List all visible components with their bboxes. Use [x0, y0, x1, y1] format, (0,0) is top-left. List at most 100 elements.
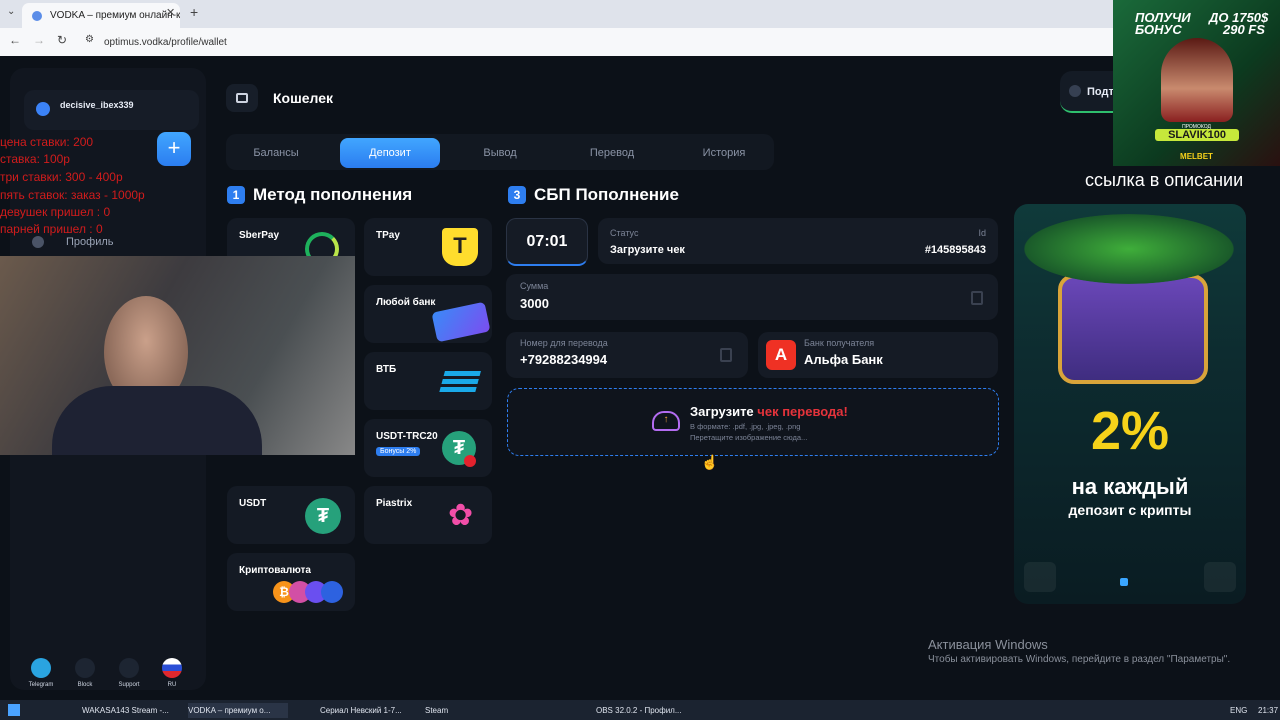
phone-value: +79288234994	[520, 352, 608, 367]
amount-panel: Сумма 3000	[506, 274, 998, 320]
mouse-cursor: ☝	[701, 454, 719, 470]
method-usdt[interactable]: USDT ₮	[227, 486, 355, 544]
taskbar-item-label: VODKA – премиум о...	[188, 706, 271, 715]
taskbar-item[interactable]: WAKASA143 Stream -...	[82, 703, 182, 718]
phone-panel: Номер для перевода +79288234994	[506, 332, 748, 378]
site-info-icon[interactable]: ⚙	[85, 34, 94, 45]
promo-line2: депозит с крипты	[1068, 502, 1192, 518]
promo-percent: 2%	[1090, 401, 1170, 461]
telegram-icon	[31, 658, 51, 678]
transaction-id: #145895843	[924, 244, 986, 256]
copy-icon[interactable]	[971, 291, 983, 305]
method-vtb-label: ВТБ	[376, 364, 397, 375]
sbp-heading: 3 СБП Пополнение	[508, 185, 679, 205]
tab-history[interactable]: История	[674, 138, 774, 168]
site-favicon-icon	[32, 11, 42, 21]
overlay-line: цена ставки: 200	[0, 135, 94, 149]
overlay-line: пять ставок: заказ - 1000р	[0, 188, 145, 202]
browser-tab-active[interactable]: VODKA – премиум онлайн-ка	[22, 3, 180, 28]
methods-title: Метод пополнения	[253, 185, 413, 204]
amount-value: 3000	[520, 296, 549, 311]
promo-prev-button[interactable]	[1024, 562, 1056, 592]
copy-icon[interactable]	[720, 348, 732, 362]
user-avatar-icon	[36, 102, 50, 116]
tpay-logo-icon: T	[442, 228, 478, 266]
taskbar-item[interactable]: Steam	[425, 703, 475, 718]
nav-telegram[interactable]: Telegram	[26, 658, 56, 688]
wallet-icon	[226, 84, 258, 112]
input-language[interactable]: ENG	[1230, 703, 1247, 718]
ad-promocode: SLAVIK100	[1155, 129, 1239, 141]
upload-title: Загрузите чек перевода!	[690, 404, 848, 419]
nav-block[interactable]: Block	[70, 658, 100, 688]
overlay-line: ставка: 100р	[0, 152, 70, 166]
support-icon	[119, 658, 139, 678]
activation-title: Активация Windows	[928, 637, 1048, 652]
streamer-body	[52, 386, 262, 455]
method-crypto[interactable]: Криптовалюта ₿	[227, 553, 355, 611]
taskbar-item[interactable]: Сериал Невский 1-7...	[320, 703, 420, 718]
back-icon[interactable]: ←	[9, 33, 21, 47]
ad-line4: 290 FS	[1223, 22, 1265, 37]
page-title: Кошелек	[273, 90, 334, 106]
stream-text-overlay: цена ставки: 200 ставка: 100р три ставки…	[0, 135, 200, 245]
nav-support-label: Support	[118, 682, 140, 688]
usdt-logo-icon: ₮	[305, 498, 341, 534]
upload-title-accent: чек перевода!	[757, 404, 848, 419]
phone-label: Номер для перевода	[520, 338, 608, 348]
overlay-line: три ставки: 300 - 400р	[0, 170, 123, 184]
method-tpay[interactable]: TPay T	[364, 218, 492, 276]
carousel-dot[interactable]	[1120, 578, 1128, 586]
taskbar-item[interactable]: OBS 32.0.2 - Профил...	[596, 703, 696, 718]
tron-badge-icon	[464, 455, 476, 467]
status-label: Статус	[610, 228, 639, 238]
windows-taskbar: WAKASA143 Stream -... VODKA – премиум о.…	[0, 700, 1280, 720]
method-piastrix[interactable]: Piastrix ✿	[364, 486, 492, 544]
nav-support[interactable]: Support	[114, 658, 144, 688]
method-crypto-label: Криптовалюта	[239, 565, 311, 576]
tab-transfer[interactable]: Перевод	[562, 138, 662, 168]
id-label: Id	[978, 228, 986, 238]
new-tab-icon[interactable]: +	[190, 4, 198, 20]
method-usdt-trc20[interactable]: USDT-TRC20 Бонусы 2% ₮	[364, 419, 492, 477]
nav-language[interactable]: RU	[157, 658, 187, 688]
ad-woman-image	[1161, 38, 1233, 122]
confirm-button[interactable]: Подт	[1060, 71, 1120, 113]
timer-box: 07:01	[506, 218, 588, 266]
username: decisive_ibex339	[60, 100, 134, 110]
wallet-tabs: Балансы Депозит Вывод Перевод История	[226, 134, 774, 170]
user-card[interactable]: decisive_ibex339	[24, 90, 199, 130]
forward-icon[interactable]: →	[33, 33, 45, 47]
nav-language-label: RU	[167, 682, 177, 688]
close-tab-icon[interactable]: ✕	[166, 6, 175, 19]
url-input[interactable]: optimus.vodka/profile/wallet	[104, 37, 227, 48]
promo-banner[interactable]: 2% на каждый депозит с крипты	[1014, 204, 1246, 604]
stream-caption: ссылка в описании	[1085, 170, 1244, 190]
taskbar-item[interactable]: VODKA – премиум о...	[188, 703, 288, 718]
tab-balances[interactable]: Балансы	[226, 138, 326, 168]
tab-list-icon[interactable]: ⌄	[7, 6, 15, 17]
status-value: Загрузите чек	[610, 244, 685, 256]
tab-withdraw[interactable]: Вывод	[450, 138, 550, 168]
reload-icon[interactable]: ↻	[57, 33, 67, 47]
melbet-ad: ПОЛУЧИ БОНУС ДО 1750$ 290 FS ПРОМОКОД SL…	[1113, 0, 1280, 166]
method-any-bank[interactable]: Любой банк	[364, 285, 492, 343]
upload-hint: Перетащите изображение сюда...	[690, 433, 808, 442]
tab-deposit[interactable]: Депозит	[340, 138, 440, 168]
nav-block-label: Block	[77, 682, 93, 688]
promo-next-button[interactable]	[1204, 562, 1236, 592]
bank-card-icon	[431, 301, 491, 343]
method-any-bank-label: Любой банк	[376, 297, 436, 308]
upload-dropzone[interactable]: ↑ Загрузите чек перевода! В формате: .pd…	[507, 388, 999, 456]
clock[interactable]: 21:37	[1258, 703, 1278, 718]
method-vtb[interactable]: ВТБ	[364, 352, 492, 410]
method-sberpay-label: SberPay	[239, 230, 280, 241]
leaves-decoration	[1024, 214, 1234, 284]
promo-line1: на каждый	[1071, 474, 1189, 499]
bank-label: Банк получателя	[804, 338, 875, 348]
nav-telegram-label: Telegram	[28, 682, 54, 688]
piastrix-flower-icon: ✿	[448, 499, 474, 532]
ad-brand: MELBET	[1180, 152, 1213, 161]
bank-panel: А Банк получателя Альфа Банк	[758, 332, 998, 378]
windows-start-icon[interactable]	[8, 704, 20, 716]
